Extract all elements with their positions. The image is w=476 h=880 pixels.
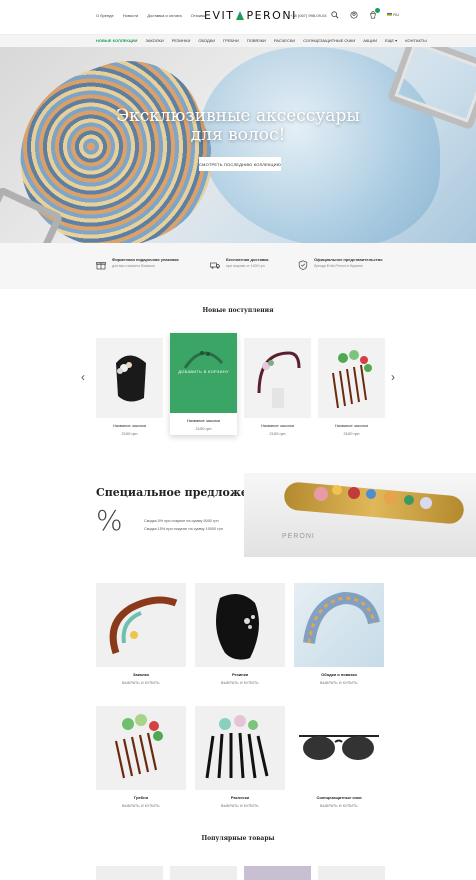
product-card[interactable]: Название заколки 2100 грн (96, 338, 163, 436)
product-name: Название заколки (186, 418, 221, 423)
product-card[interactable]: Название заколки 2100 грн (318, 338, 385, 436)
feature-delivery: Бесплатная доставка при покупке от 1000 г… (210, 257, 269, 269)
nav-news[interactable]: Новости (123, 13, 138, 18)
product-price: 2100 грн (269, 431, 286, 436)
product-image: ДОБАВИТЬ В КОРЗИНУ (170, 333, 237, 413)
special-offer-text: Скидка 5% при покупке на сумму 5000 грн … (144, 517, 223, 533)
cat-combs[interactable]: ГРЕБНИ (223, 38, 239, 43)
header-icons: RU (330, 8, 399, 19)
cat-contacts[interactable]: КОНТАКТЫ (405, 38, 427, 43)
category-name: Заколки (132, 672, 150, 677)
phone-number[interactable]: +38 (067) 998-09-04 (290, 13, 327, 18)
special-offer-image: PERONI (244, 473, 476, 557)
product-card[interactable]: Название заколки 2100 грн (244, 338, 311, 436)
popular-product-image[interactable] (170, 866, 237, 880)
cat-clips[interactable]: ЗАКОЛКИ (145, 38, 163, 43)
category-link[interactable]: ВЫБРАТЬ И КУПИТЬ (96, 681, 186, 685)
feature-gift-title: Фирменная подарочная упаковка (112, 257, 179, 262)
category-name: Ободки и повязки (321, 672, 357, 677)
cat-headbands[interactable]: ОБОДКИ (198, 38, 215, 43)
popular-product-image[interactable] (96, 866, 163, 880)
feature-official-sub: бренда Evita Peroni в Украине (314, 264, 363, 268)
feature-official-title: Официальное представительство (314, 257, 383, 262)
category-card[interactable]: Резинки ВЫБРАТЬ И КУПИТЬ (195, 583, 285, 685)
cat-brushes[interactable]: РАСЧЕСКИ (274, 38, 295, 43)
search-icon[interactable] (330, 10, 339, 19)
hero-title: Эксклюзивные аксессуары для волос! (116, 106, 360, 145)
shield-icon (298, 257, 308, 270)
cart-badge (375, 8, 380, 13)
nav-delivery[interactable]: Доставка и оплата (147, 13, 182, 18)
cat-sunglasses[interactable]: СОЛНЦЕЗАЩИТНЫЕ ОЧКИ (303, 38, 355, 43)
cat-sales[interactable]: АКЦИИ (363, 38, 377, 43)
category-image (195, 583, 285, 667)
new-arrivals-title: Новые поступления (202, 307, 274, 314)
percent-icon: % (96, 504, 123, 537)
product-price: 2100 грн (121, 431, 138, 436)
brand-reflection: PERONI (282, 533, 315, 540)
product-name: Название заколки (112, 423, 147, 428)
flag-icon (387, 13, 392, 17)
category-name: Гребни (133, 795, 149, 800)
category-link[interactable]: ВЫБРАТЬ И КУПИТЬ (96, 804, 186, 808)
special-offer-line: Скидка 15% при покупке на сумму 10000 гр… (144, 527, 223, 531)
language-label: RU (393, 12, 399, 17)
category-card[interactable]: Гребни ВЫБРАТЬ И КУПИТЬ (96, 706, 186, 808)
category-image (96, 583, 186, 667)
category-link[interactable]: ВЫБРАТЬ И КУПИТЬ (294, 804, 384, 808)
add-to-cart-overlay[interactable]: ДОБАВИТЬ В КОРЗИНУ (170, 369, 237, 374)
cat-new-collections[interactable]: НОВЫЕ КОЛЛЕКЦИИ (96, 38, 137, 43)
product-card-hovered[interactable]: ДОБАВИТЬ В КОРЗИНУ Название заколки 2100… (170, 333, 237, 435)
cat-bandanas[interactable]: ПОВЯЗКИ (247, 38, 266, 43)
product-price: 2100 грн (195, 426, 212, 431)
jeweled-comb-image (283, 481, 465, 525)
truck-icon (210, 257, 220, 269)
carousel-next-icon[interactable]: › (391, 370, 395, 384)
category-image (294, 706, 384, 790)
product-image (96, 338, 163, 418)
feature-gift: Фирменная подарочная упаковка для вас и в… (96, 257, 179, 270)
category-link[interactable]: ВЫБРАТЬ И КУПИТЬ (195, 804, 285, 808)
category-image (96, 706, 186, 790)
category-card[interactable]: Ободки и повязки ВЫБРАТЬ И КУПИТЬ (294, 583, 384, 685)
logo-triangle-icon (236, 11, 245, 20)
gift-icon (96, 257, 106, 270)
feature-gift-sub: для вас и вашего близкого (112, 264, 156, 268)
product-name: Название заколки (334, 423, 369, 428)
nav-about[interactable]: О бренде (96, 13, 114, 18)
cat-hair-ties[interactable]: РЕЗИНКИ (172, 38, 191, 43)
category-image (294, 583, 384, 667)
category-card[interactable]: Расчески ВЫБРАТЬ И КУПИТЬ (195, 706, 285, 808)
category-card[interactable]: Солнцезащитные очки ВЫБРАТЬ И КУПИТЬ (294, 706, 384, 808)
category-name: Солнцезащитные очки (316, 795, 362, 800)
top-nav: О бренде Новости Доставка и оплата Отзыв… (96, 13, 205, 18)
special-offer-line: Скидка 5% при покупке на сумму 5000 грн (144, 519, 219, 523)
category-nav: НОВЫЕ КОЛЛЕКЦИИ ЗАКОЛКИ РЕЗИНКИ ОБОДКИ Г… (96, 38, 427, 43)
popular-product-image[interactable] (318, 866, 385, 880)
cart-icon[interactable] (368, 8, 380, 19)
category-link[interactable]: ВЫБРАТЬ И КУПИТЬ (195, 681, 285, 685)
product-image (318, 338, 385, 418)
logo[interactable]: EVIT PERONI (204, 9, 297, 22)
feature-official: Официальное представительство бренда Evit… (298, 257, 383, 270)
category-link[interactable]: ВЫБРАТЬ И КУПИТЬ (294, 681, 384, 685)
category-name: Расчески (230, 795, 250, 800)
category-name: Резинки (231, 672, 249, 677)
popular-product-image[interactable] (244, 866, 311, 880)
feature-delivery-title: Бесплатная доставка (226, 257, 269, 262)
category-image (195, 706, 285, 790)
carousel-prev-icon[interactable]: ‹ (81, 370, 85, 384)
user-icon[interactable] (349, 10, 358, 19)
category-card[interactable]: Заколки ВЫБРАТЬ И КУПИТЬ (96, 583, 186, 685)
language-selector[interactable]: RU (387, 12, 399, 17)
feature-delivery-sub: при покупке от 1000 грн (226, 264, 265, 268)
product-price: 2100 грн (343, 431, 360, 436)
product-image (244, 338, 311, 418)
product-name: Название заколки (260, 423, 295, 428)
logo-text-left: EVIT (204, 9, 235, 22)
hero-banner (0, 47, 476, 243)
cat-more[interactable]: ЕЩЕ ▾ (385, 38, 397, 43)
hero-collection-button[interactable]: СМОТРЕТЬ ПОСЛЕДНИЮ КОЛЛЕКЦИЮ (199, 157, 281, 171)
popular-title: Популярные товары (201, 835, 275, 842)
